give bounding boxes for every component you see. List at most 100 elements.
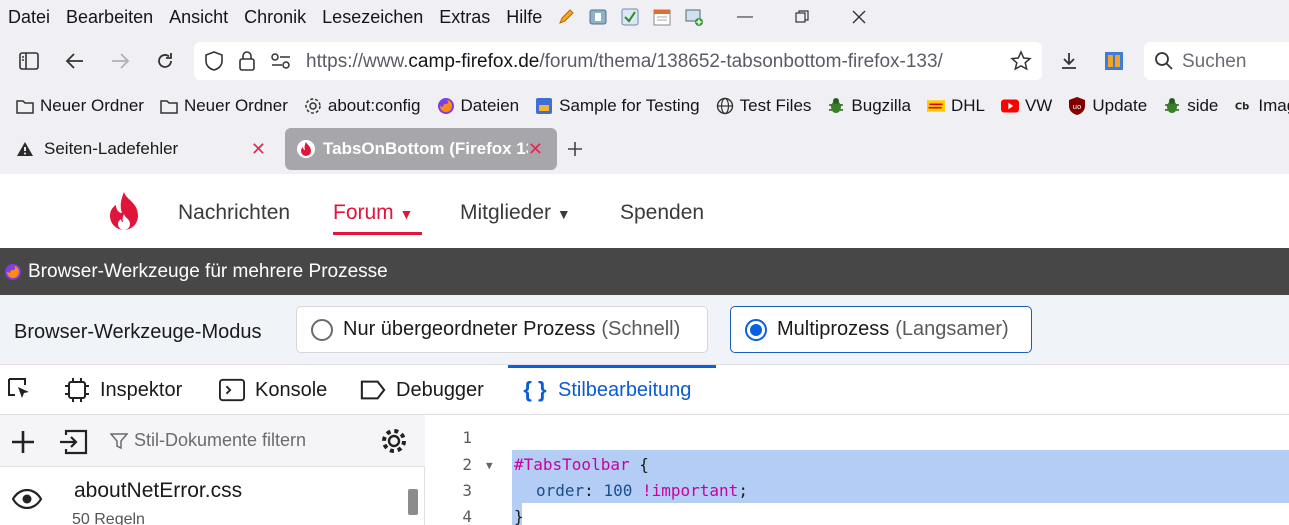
tab-debugger[interactable]: Debugger	[360, 365, 484, 415]
search-input[interactable]: Suchen	[1144, 42, 1289, 80]
bookmark-label: Test Files	[739, 96, 812, 115]
bookmark-item[interactable]: Dateien	[437, 96, 520, 116]
code-line: }	[514, 507, 524, 525]
gear-icon	[382, 429, 406, 453]
svg-text:Cb: Cb	[1235, 102, 1249, 113]
nav-forum[interactable]: Forum ▼	[333, 201, 413, 225]
bookmark-item[interactable]: about:config	[304, 96, 421, 116]
bookmark-item[interactable]: Sample for Testing	[535, 96, 700, 116]
close-icon[interactable]: ✕	[528, 139, 543, 160]
bug-icon	[1163, 97, 1181, 115]
devtools-toolbox-tabs: Inspektor Konsole Debugger { } Stilbearb…	[0, 365, 1289, 415]
bookmark-item[interactable]: Test Files	[716, 96, 812, 116]
caret-down-icon: ▼	[399, 206, 414, 222]
close-icon[interactable]: ✕	[251, 139, 266, 160]
tab-inspektor[interactable]: Inspektor	[64, 365, 182, 415]
new-stylesheet-button[interactable]	[10, 429, 36, 460]
sidebar-toggle-button[interactable]	[12, 44, 46, 78]
element-picker-button[interactable]	[6, 365, 42, 415]
restore-button[interactable]	[775, 0, 829, 34]
css-important: !important	[641, 481, 739, 500]
css-property: order	[536, 481, 585, 500]
flame-icon	[297, 139, 315, 159]
tab-stilbearbeitung[interactable]: { } Stilbearbeitung	[508, 365, 716, 415]
eye-icon[interactable]	[11, 488, 43, 514]
navigation-toolbar: https://www.camp-firefox.de/forum/thema/…	[0, 34, 1289, 88]
menu-extras[interactable]: Extras	[431, 7, 498, 28]
extension-icon[interactable]	[588, 7, 608, 27]
css-code-editor[interactable]: 1 2 3 4 ▼ #TabsToolbar { order: 100 !imp…	[426, 415, 1289, 525]
forward-button[interactable]	[103, 44, 137, 78]
stylesheet-item[interactable]: aboutNetError.css 50 Regeln	[0, 467, 425, 525]
minimize-button[interactable]: —	[718, 0, 772, 34]
css-colon: :	[584, 481, 604, 500]
bookmark-label: side	[1187, 96, 1219, 115]
line-number: 4	[462, 507, 472, 525]
radio-button[interactable]	[311, 318, 333, 341]
sidebar-scrollbar[interactable]	[408, 489, 418, 515]
braces-icon: { }	[523, 377, 547, 402]
mode-option-label: Nur übergeordneter Prozess	[343, 318, 596, 340]
mode-parent-process[interactable]: Nur übergeordneter Prozess (Schnell)	[296, 306, 708, 353]
import-icon	[60, 429, 88, 455]
bookmarks-toolbar: Neuer Ordner Neuer Ordner about:config D…	[0, 88, 1289, 124]
menu-chronik[interactable]: Chronik	[236, 7, 314, 28]
extension-button[interactable]	[1097, 44, 1131, 78]
bookmark-item[interactable]: side	[1163, 96, 1218, 116]
menu-lesezeichen[interactable]: Lesezeichen	[314, 7, 431, 28]
bookmark-item[interactable]: DHL	[926, 96, 985, 116]
url-text[interactable]: https://www.camp-firefox.de/forum/thema/…	[306, 51, 943, 73]
plus-icon	[568, 142, 582, 156]
pick-element-icon	[8, 378, 29, 398]
bookmark-item[interactable]: VW	[1000, 96, 1052, 116]
menu-datei[interactable]: Datei	[0, 7, 58, 28]
nav-mitglieder[interactable]: Mitglieder ▼	[460, 201, 571, 225]
close-window-button[interactable]	[832, 0, 886, 34]
bookmark-item[interactable]: Cb Imag	[1234, 96, 1289, 116]
lock-icon[interactable]	[238, 50, 256, 77]
bookmark-label: Dateien	[460, 96, 520, 115]
back-button[interactable]	[58, 44, 92, 78]
new-tab-button[interactable]	[562, 136, 588, 162]
reload-button[interactable]	[148, 44, 182, 78]
mode-multiprocess[interactable]: Multiprozess (Langsamer)	[730, 306, 1032, 353]
tab-strip: Seiten-Ladefehler ✕ TabsOnBottom (Firefo…	[0, 124, 1289, 174]
bookmark-item[interactable]: Neuer Ordner	[16, 96, 144, 116]
url-bar[interactable]: https://www.camp-firefox.de/forum/thema/…	[194, 42, 1042, 80]
bookmark-item[interactable]: Neuer Ordner	[160, 96, 288, 116]
bookmark-label: Sample for Testing	[559, 96, 700, 115]
radio-button[interactable]	[745, 318, 767, 341]
plus-icon	[12, 431, 34, 453]
fold-toggle-icon[interactable]: ▼	[486, 459, 493, 472]
bookmark-star-icon[interactable]	[1010, 50, 1032, 77]
menu-hilfe[interactable]: Hilfe	[498, 7, 550, 28]
import-stylesheet-button[interactable]	[58, 429, 88, 460]
download-icon	[1062, 53, 1076, 69]
screen-add-icon[interactable]	[684, 7, 704, 27]
tab-seiten-ladefehler[interactable]: Seiten-Ladefehler ✕	[8, 128, 280, 170]
addon-icon	[1105, 52, 1123, 70]
css-brace: }	[514, 507, 524, 525]
shield-icon[interactable]	[204, 51, 224, 76]
mode-option-label: Multiprozess	[777, 318, 890, 340]
check-icon[interactable]	[620, 7, 640, 27]
site-logo-icon[interactable]	[104, 190, 144, 239]
downloads-button[interactable]	[1052, 44, 1086, 78]
menu-ansicht[interactable]: Ansicht	[161, 7, 236, 28]
bookmark-item[interactable]: uo Update	[1068, 96, 1147, 116]
svg-text:uo: uo	[1073, 103, 1082, 111]
bookmark-label: Neuer Ordner	[183, 96, 288, 115]
settings-button[interactable]	[380, 427, 408, 460]
devtools-mode-bar: Browser-Werkzeuge-Modus Nur übergeordnet…	[0, 295, 1289, 365]
calendar-icon[interactable]	[652, 7, 672, 27]
permissions-icon[interactable]	[270, 52, 292, 75]
bookmark-item[interactable]: Bugzilla	[827, 96, 911, 116]
menu-bearbeiten[interactable]: Bearbeiten	[58, 7, 161, 28]
line-number: 2	[462, 455, 472, 474]
filter-stylesheets-input[interactable]: Stil-Dokumente filtern	[110, 430, 306, 451]
pencil-icon[interactable]	[556, 7, 576, 27]
tab-konsole[interactable]: Konsole	[219, 365, 327, 415]
nav-spenden[interactable]: Spenden	[620, 201, 704, 225]
nav-nachrichten[interactable]: Nachrichten	[178, 201, 290, 225]
tab-tabsonbottom[interactable]: TabsOnBottom (Firefox 133) ✕	[285, 128, 557, 170]
